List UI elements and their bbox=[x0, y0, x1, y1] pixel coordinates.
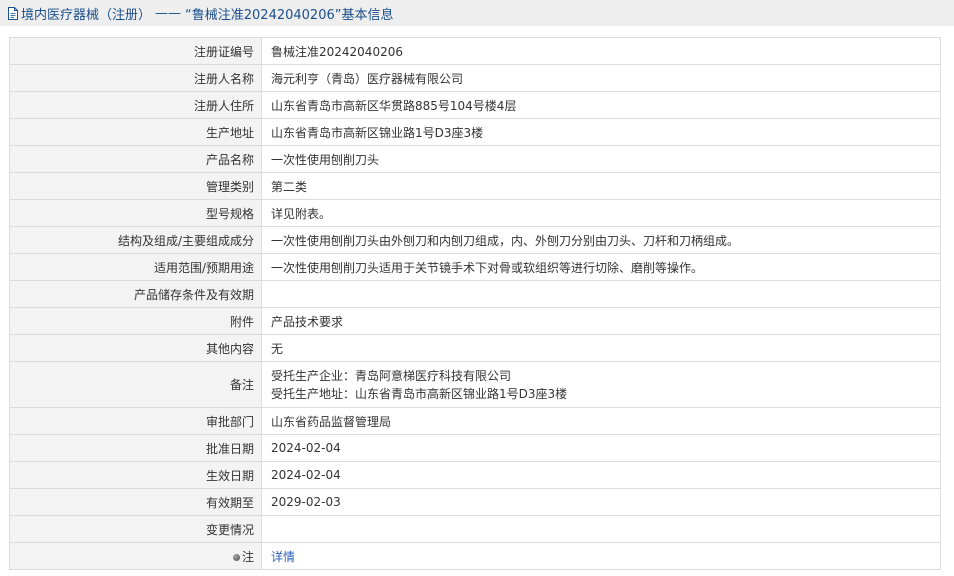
header-record-title: “鲁械注准20242040206”基本信息 bbox=[185, 7, 394, 23]
table-row: 变更情况 bbox=[9, 515, 941, 543]
table-row: 其他内容 无 bbox=[9, 334, 941, 362]
row-value: 山东省青岛市高新区华贯路885号104号楼4层 bbox=[261, 91, 941, 119]
row-value bbox=[261, 515, 941, 543]
table-row: 产品储存条件及有效期 bbox=[9, 280, 941, 308]
table-row: 注册人住所 山东省青岛市高新区华贯路885号104号楼4层 bbox=[9, 91, 941, 119]
table-row: 审批部门 山东省药品监督管理局 bbox=[9, 407, 941, 435]
note-label-cell: 注 bbox=[9, 542, 262, 570]
row-value: 产品技术要求 bbox=[261, 307, 941, 335]
row-value: 鲁械注准20242040206 bbox=[261, 37, 941, 65]
row-label: 附件 bbox=[9, 307, 262, 335]
note-value-cell: 详情 bbox=[261, 542, 941, 570]
table-row: 产品名称 一次性使用刨削刀头 bbox=[9, 145, 941, 173]
row-label: 型号规格 bbox=[9, 199, 262, 227]
row-label: 注册人名称 bbox=[9, 64, 262, 92]
table-row: 注 详情 bbox=[9, 542, 941, 570]
row-label: 注册人住所 bbox=[9, 91, 262, 119]
row-label: 产品储存条件及有效期 bbox=[9, 280, 262, 308]
row-value: 一次性使用刨削刀头由外刨刀和内刨刀组成，内、外刨刀分别由刀头、刀杆和刀柄组成。 bbox=[261, 226, 941, 254]
row-label: 产品名称 bbox=[9, 145, 262, 173]
table-row: 生效日期 2024-02-04 bbox=[9, 461, 941, 489]
row-value: 2024-02-04 bbox=[261, 434, 941, 462]
row-label: 批准日期 bbox=[9, 434, 262, 462]
row-label: 备注 bbox=[9, 361, 262, 408]
row-label: 注册证编号 bbox=[9, 37, 262, 65]
row-label: 有效期至 bbox=[9, 488, 262, 516]
page-header: 境内医疗器械（注册） —— “鲁械注准20242040206”基本信息 bbox=[0, 0, 954, 26]
header-separator: —— bbox=[155, 5, 182, 21]
table-row: 管理类别 第二类 bbox=[9, 172, 941, 200]
bullet-icon bbox=[232, 553, 240, 561]
table-row: 附件 产品技术要求 bbox=[9, 307, 941, 335]
table-row: 注册人名称 海元利亨（青岛）医疗器械有限公司 bbox=[9, 64, 941, 92]
row-label: 适用范围/预期用途 bbox=[9, 253, 262, 281]
row-value: 海元利亨（青岛）医疗器械有限公司 bbox=[261, 64, 941, 92]
table-row: 注册证编号 鲁械注准20242040206 bbox=[9, 37, 941, 65]
row-label: 生效日期 bbox=[9, 461, 262, 489]
row-value: 受托生产企业：青岛阿意梯医疗科技有限公司 受托生产地址：山东省青岛市高新区锦业路… bbox=[261, 361, 941, 408]
details-link[interactable]: 详情 bbox=[271, 550, 295, 564]
table-row: 批准日期 2024-02-04 bbox=[9, 434, 941, 462]
row-label: 结构及组成/主要组成成分 bbox=[9, 226, 262, 254]
row-value: 第二类 bbox=[261, 172, 941, 200]
table-row: 适用范围/预期用途 一次性使用刨削刀头适用于关节镜手术下对骨或软组织等进行切除、… bbox=[9, 253, 941, 281]
row-value bbox=[261, 280, 941, 308]
info-table-container: 注册证编号 鲁械注准20242040206 注册人名称 海元利亨（青岛）医疗器械… bbox=[9, 37, 941, 570]
table-row: 结构及组成/主要组成成分 一次性使用刨削刀头由外刨刀和内刨刀组成，内、外刨刀分别… bbox=[9, 226, 941, 254]
table-row: 生产地址 山东省青岛市高新区锦业路1号D3座3楼 bbox=[9, 118, 941, 146]
row-value: 2029-02-03 bbox=[261, 488, 941, 516]
row-value: 无 bbox=[261, 334, 941, 362]
row-value: 山东省青岛市高新区锦业路1号D3座3楼 bbox=[261, 118, 941, 146]
remark-line: 受托生产地址：山东省青岛市高新区锦业路1号D3座3楼 bbox=[271, 386, 568, 401]
table-row: 有效期至 2029-02-03 bbox=[9, 488, 941, 516]
row-value: 2024-02-04 bbox=[261, 461, 941, 489]
row-label: 审批部门 bbox=[9, 407, 262, 435]
info-table: 注册证编号 鲁械注准20242040206 注册人名称 海元利亨（青岛）医疗器械… bbox=[9, 37, 941, 570]
row-value: 一次性使用刨削刀头适用于关节镜手术下对骨或软组织等进行切除、磨削等操作。 bbox=[261, 253, 941, 281]
row-label: 变更情况 bbox=[9, 515, 262, 543]
row-label: 管理类别 bbox=[9, 172, 262, 200]
row-value: 详见附表。 bbox=[261, 199, 941, 227]
document-icon bbox=[8, 6, 18, 20]
table-row: 备注 受托生产企业：青岛阿意梯医疗科技有限公司 受托生产地址：山东省青岛市高新区… bbox=[9, 361, 941, 408]
note-label: 注 bbox=[241, 549, 254, 564]
row-value: 一次性使用刨削刀头 bbox=[261, 145, 941, 173]
header-category: 境内医疗器械（注册） bbox=[21, 7, 152, 23]
table-row: 型号规格 详见附表。 bbox=[9, 199, 941, 227]
remark-line: 受托生产企业：青岛阿意梯医疗科技有限公司 bbox=[271, 368, 512, 383]
row-label: 其他内容 bbox=[9, 334, 262, 362]
row-label: 生产地址 bbox=[9, 118, 262, 146]
row-value: 山东省药品监督管理局 bbox=[261, 407, 941, 435]
